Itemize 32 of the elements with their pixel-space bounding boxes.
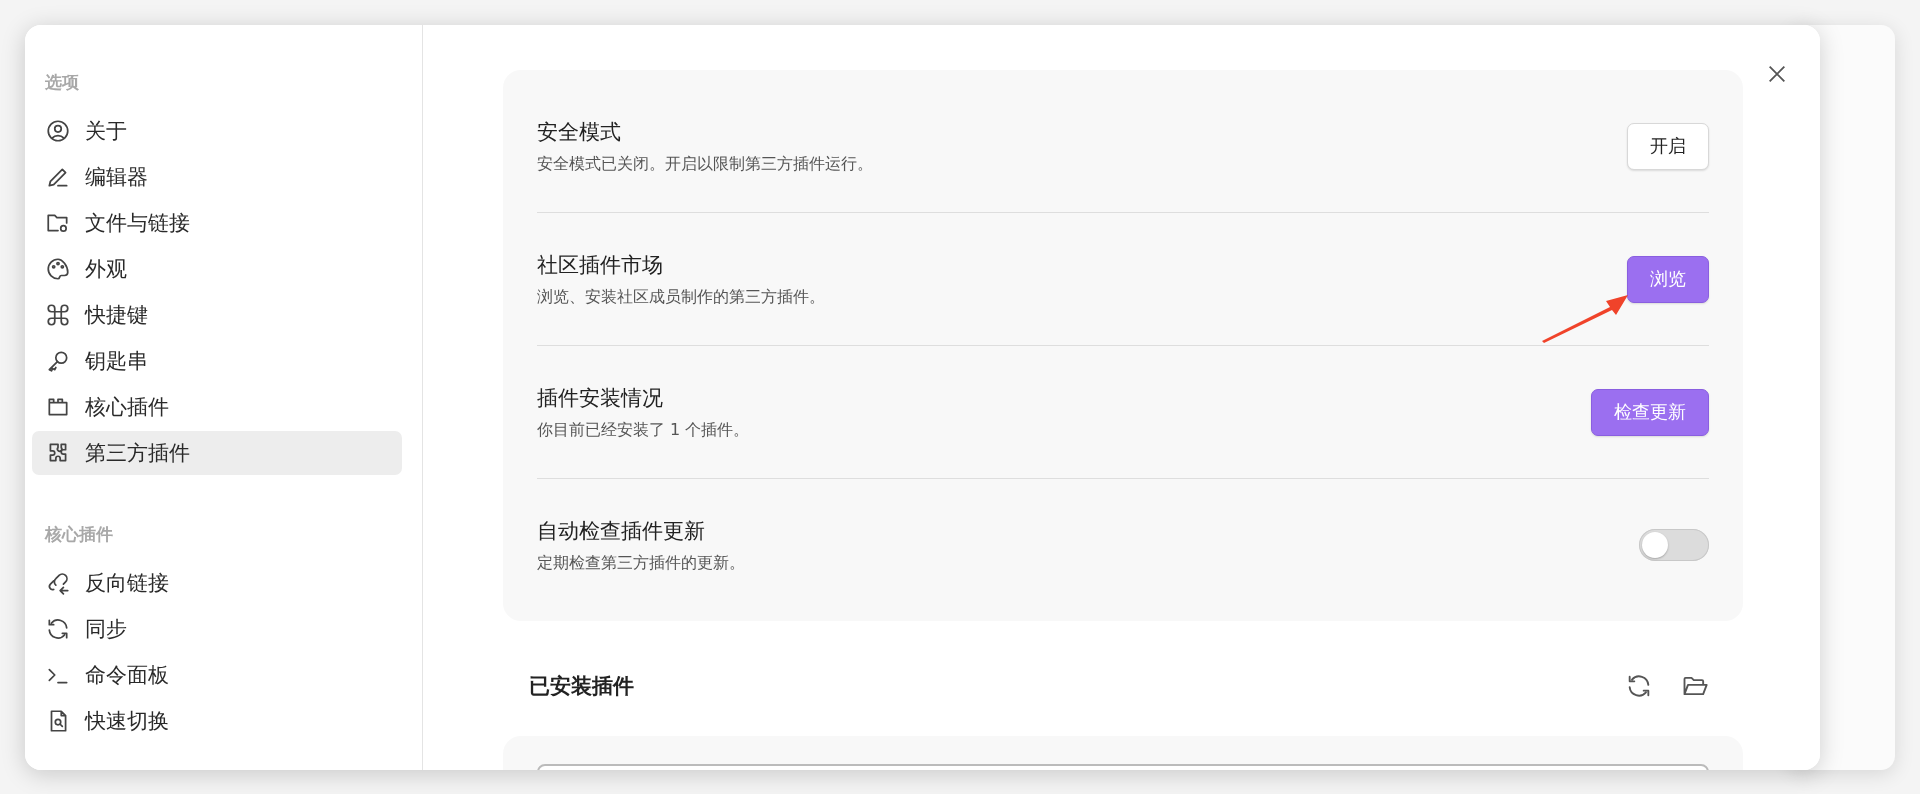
palette-icon [45,256,71,282]
setting-description: 你目前已经安装了 1 个插件。 [537,419,750,441]
setting-title: 安全模式 [537,118,622,146]
setting-title: 社区插件市场 [537,251,664,279]
command-icon [45,302,71,328]
sidebar-item[interactable]: 快速切换 [32,699,402,743]
setting-description: 安全模式已关闭。开启以限制第三方插件运行。 [537,153,873,175]
sidebar-item[interactable]: 快捷键 [32,293,402,337]
sidebar-item[interactable]: 核心插件 [32,385,402,429]
primary-button[interactable]: 浏览 [1627,255,1709,303]
section-heading: 选项 [44,71,80,94]
section-title: 已安装插件 [529,673,634,700]
primary-button[interactable]: 检查更新 [1591,388,1709,436]
setting-description: 定期检查第三方插件的更新。 [537,552,745,574]
sidebar-item[interactable]: 命令面板 [32,653,402,697]
sidebar-item[interactable]: 编辑器 [32,155,402,199]
setting-description: 浏览、安装社区成员制作的第三方插件。 [537,286,825,308]
sidebar-item[interactable]: 关于 [32,109,402,153]
toggle-switch[interactable] [1639,529,1709,561]
setting-title: 插件安装情况 [537,384,664,412]
user-icon [45,118,71,144]
sidebar-item[interactable]: 反向链接 [32,561,402,605]
section-heading: 核心插件 [43,523,114,546]
sidebar-item[interactable]: 第三方插件 [32,431,402,475]
setting-title: 自动检查插件更新 [537,517,706,545]
button[interactable]: 开启 [1627,122,1709,170]
sidebar-item[interactable]: 外观 [32,247,402,291]
sidebar-item[interactable]: 钥匙串 [32,339,402,383]
sync-icon [45,616,71,642]
sidebar-item[interactable]: 文件与链接 [32,201,402,245]
close-icon[interactable] [1766,63,1788,85]
sidebar-item[interactable]: 同步 [32,607,402,651]
